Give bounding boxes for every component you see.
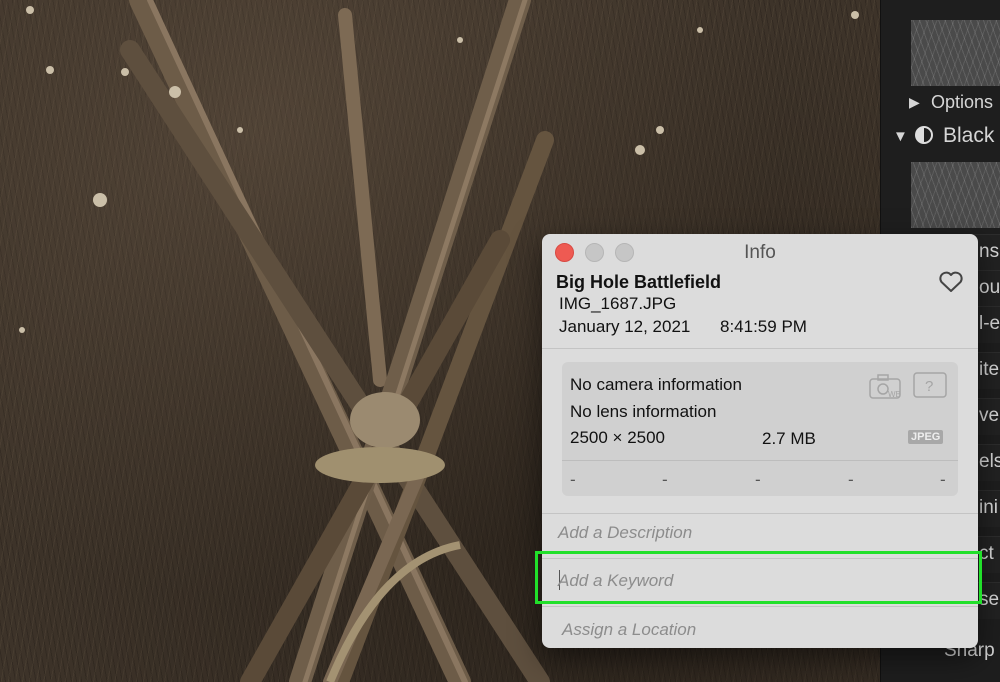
options-label[interactable]: Options <box>931 92 993 113</box>
camera-info-box: No camera information No lens informatio… <box>562 362 958 496</box>
preset-thumbnail[interactable] <box>911 20 1000 86</box>
image-dimensions: 2500 × 2500 <box>570 428 666 447</box>
section-disclosure-icon[interactable]: ▼ <box>893 128 908 145</box>
svg-text:?: ? <box>925 378 933 395</box>
camera-info: No camera information <box>570 375 742 394</box>
section-label[interactable]: Black <box>943 124 994 148</box>
exif-placeholder: - <box>755 470 761 489</box>
svg-text:WB: WB <box>888 390 901 399</box>
section-thumbnail[interactable] <box>911 162 1000 228</box>
favorite-heart-icon[interactable] <box>938 270 964 294</box>
divider <box>542 606 978 607</box>
exif-placeholder: - <box>662 470 668 489</box>
filename: IMG_1687.JPG <box>559 294 677 313</box>
divider <box>542 348 978 349</box>
location-field[interactable]: Assign a Location <box>562 620 696 640</box>
lens-info: No lens information <box>570 402 717 421</box>
black-white-icon <box>915 126 933 144</box>
exif-placeholder: - <box>940 470 946 489</box>
window-title: Info <box>744 242 776 263</box>
description-field[interactable]: Add a Description <box>558 523 692 543</box>
divider <box>562 460 958 461</box>
white-balance-icon: WB <box>869 374 901 399</box>
keyword-field-highlight <box>535 551 982 604</box>
exif-placeholder: - <box>570 470 576 489</box>
file-size: 2.7 MB <box>762 429 816 448</box>
divider <box>542 513 978 514</box>
exif-placeholder: - <box>848 470 854 489</box>
capture-time: 8:41:59 PM <box>720 317 807 336</box>
unknown-lens-icon: ? <box>913 372 947 398</box>
capture-date: January 12, 2021 <box>559 317 691 336</box>
options-disclosure-icon[interactable]: ▶ <box>909 94 920 111</box>
photo-title[interactable]: Big Hole Battlefield <box>556 272 721 293</box>
format-badge: JPEG <box>908 430 944 444</box>
